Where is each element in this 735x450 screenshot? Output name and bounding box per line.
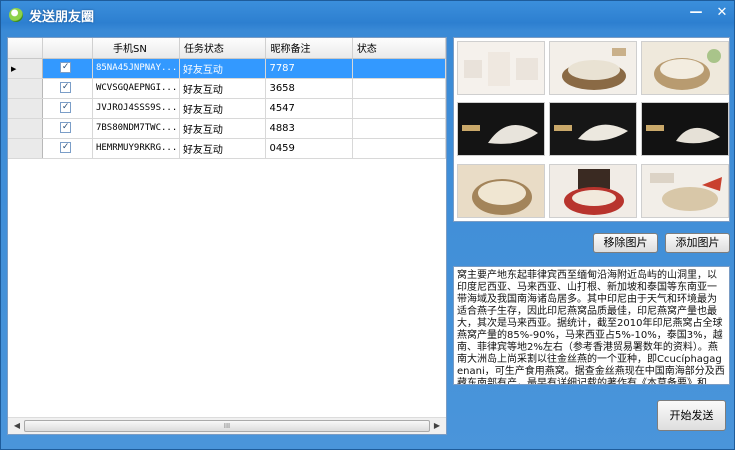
cell-task-status[interactable]: 好友互动 [179,78,267,99]
cell-sn[interactable]: JVJROJ4SSS9S... [92,98,180,119]
row-selector[interactable]: ▶ [8,58,44,79]
image-thumbnail[interactable] [641,164,729,218]
start-send-button[interactable]: 开始发送 [657,400,726,431]
cell-status[interactable] [352,78,446,99]
cell-task-status[interactable]: 好友互动 [179,58,267,79]
app-window: 发送朋友圈 — ✕ 手机SN 任务状态 昵称备注 状态 ▶ ✓ 85NA45JN… [0,0,735,450]
window-title: 发送朋友圈 [29,10,95,25]
column-header-status[interactable]: 状态 [352,38,446,59]
app-logo-icon [9,8,23,22]
checkbox[interactable]: ✓ [60,142,72,154]
image-thumbnail[interactable] [549,102,637,156]
row-selector[interactable] [8,138,44,159]
image-thumbnail[interactable] [457,41,545,95]
cell-status[interactable] [352,138,446,159]
horizontal-scrollbar[interactable]: ◀ III ▶ [8,417,446,434]
table-row[interactable]: ✓ HEMRMUY9RKRG... 好友互动 0459 [8,138,446,159]
cell-nickname[interactable]: 7787 [265,58,353,79]
checkbox[interactable]: ✓ [60,102,72,114]
scroll-right-icon[interactable]: ▶ [430,420,444,432]
row-checkbox-cell[interactable]: ✓ [42,58,93,79]
checkbox[interactable]: ✓ [60,62,72,74]
image-gallery [453,37,730,222]
device-table: 手机SN 任务状态 昵称备注 状态 ▶ ✓ 85NA45JNPNAY... 好友… [8,38,446,159]
table-row[interactable]: ✓ WCVSGQAEPNGI... 好友互动 3658 [8,78,446,99]
cell-task-status[interactable]: 好友互动 [179,98,267,119]
row-selector[interactable] [8,118,44,139]
cell-status[interactable] [352,118,446,139]
cell-sn[interactable]: 7BS80NDM7TWC... [92,118,180,139]
table-row[interactable]: ✓ 7BS80NDM7TWC... 好友互动 4883 [8,118,446,139]
column-header-task-status[interactable]: 任务状态 [179,38,267,59]
cell-status[interactable] [352,98,446,119]
image-thumbnail[interactable] [549,41,637,95]
device-grid: 手机SN 任务状态 昵称备注 状态 ▶ ✓ 85NA45JNPNAY... 好友… [7,37,447,435]
row-selector[interactable] [8,78,44,99]
checkbox[interactable]: ✓ [60,82,72,94]
row-header-corner [8,38,44,59]
cell-sn[interactable]: HEMRMUY9RKRG... [92,138,180,159]
image-thumbnail[interactable] [457,102,545,156]
column-header-nickname[interactable]: 昵称备注 [265,38,353,59]
cell-task-status[interactable]: 好友互动 [179,138,267,159]
table-row[interactable]: ▶ ✓ 85NA45JNPNAY... 好友互动 7787 [8,58,446,79]
scroll-left-icon[interactable]: ◀ [10,420,24,432]
cell-nickname[interactable]: 4883 [265,118,353,139]
image-thumbnail[interactable] [641,102,729,156]
title-bar[interactable]: 发送朋友圈 — ✕ [1,1,734,29]
image-thumbnail[interactable] [641,41,729,95]
image-thumbnail[interactable] [549,164,637,218]
cell-status[interactable] [352,58,446,79]
row-checkbox-cell[interactable]: ✓ [42,78,93,99]
cell-nickname[interactable]: 4547 [265,98,353,119]
row-checkbox-cell[interactable]: ✓ [42,118,93,139]
row-checkbox-cell[interactable]: ✓ [42,98,93,119]
cell-sn[interactable]: WCVSGQAEPNGI... [92,78,180,99]
table-row[interactable]: ✓ JVJROJ4SSS9S... 好友互动 4547 [8,98,446,119]
cell-nickname[interactable]: 3658 [265,78,353,99]
remove-images-button[interactable]: 移除图片 [593,233,658,253]
cell-task-status[interactable]: 好友互动 [179,118,267,139]
checkbox[interactable]: ✓ [60,122,72,134]
row-checkbox-cell[interactable]: ✓ [42,138,93,159]
image-thumbnail[interactable] [457,164,545,218]
column-header-check[interactable] [42,38,93,59]
row-selector[interactable] [8,98,44,119]
column-header-sn[interactable]: 手机SN [92,38,180,59]
minimize-button[interactable]: — [685,3,707,23]
selected-row-arrow-icon: ▶ [11,64,17,73]
cell-sn[interactable]: 85NA45JNPNAY... [92,58,180,79]
scrollbar-thumb[interactable]: III [24,420,430,432]
cell-nickname[interactable]: 0459 [265,138,353,159]
table-header-row: 手机SN 任务状态 昵称备注 状态 [8,38,446,59]
close-button[interactable]: ✕ [711,3,733,23]
post-text-area[interactable]: 窝主要产地东起菲律宾西至缅甸沿海附近岛屿的山洞里，以印度尼西亚、马来西亚、山打根… [453,266,730,385]
add-images-button[interactable]: 添加图片 [665,233,730,253]
